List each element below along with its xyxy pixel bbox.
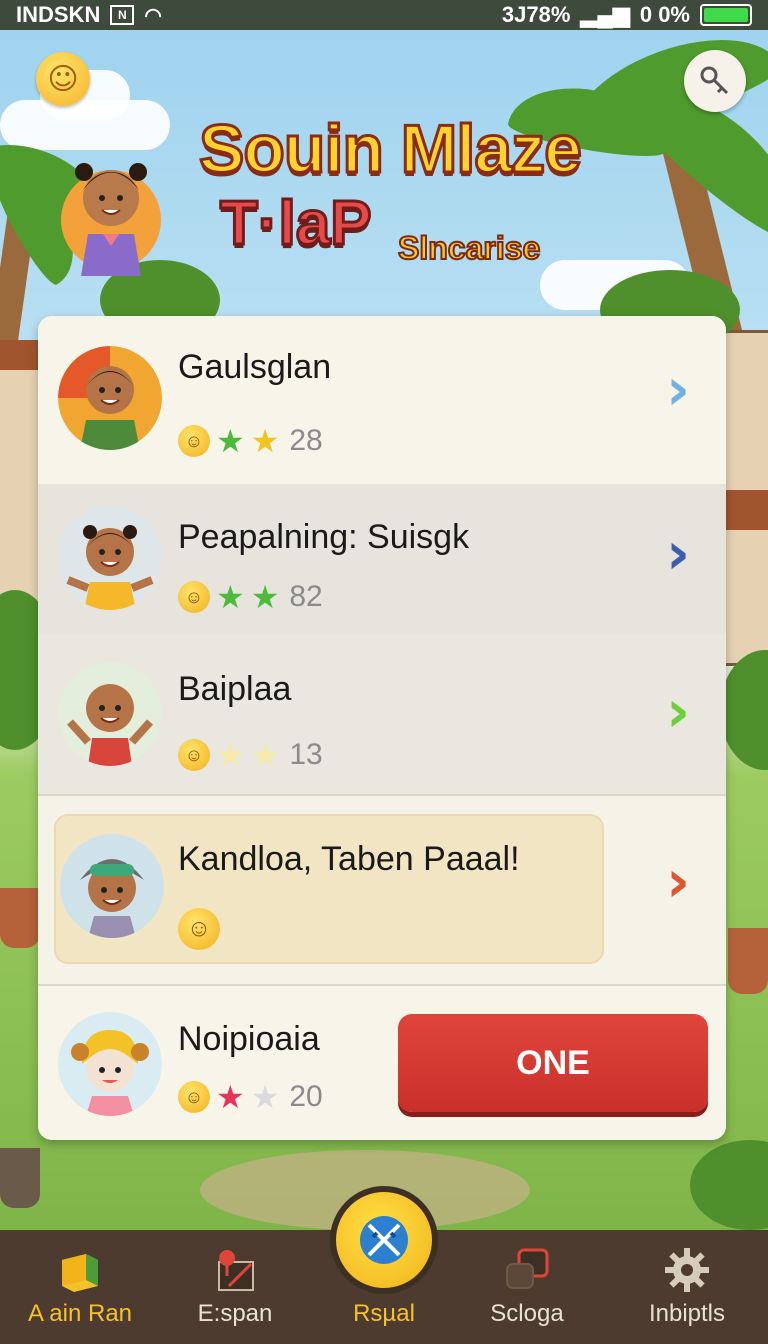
player-row-highlighted[interactable]: Kandloa, Taben Paaal! ☺ › (38, 794, 726, 984)
star-icon: ★ (216, 737, 245, 773)
player-stats: ☺ ★ ★ 13 (178, 738, 323, 772)
nav-label: A ain Ran (27, 1300, 133, 1327)
chevron-right-icon[interactable]: › (666, 852, 690, 910)
player-avatar (60, 834, 164, 938)
smiley-emoji-icon: ☺ (36, 52, 90, 106)
status-bar: INDSKN N ◠ 3J78% ▂▄▆ 0 0% (0, 0, 768, 30)
player-stats: ☺ ★ ★ 20 (178, 1080, 323, 1114)
chevron-right-icon[interactable]: › (666, 524, 690, 582)
signal-icon: ▂▄▆ (580, 2, 630, 27)
smiley-icon: ☺ (178, 739, 210, 771)
game-logo: Souin Mlaze T·laP Slncarise (170, 110, 610, 280)
logo-title-line2: T·laP (219, 188, 374, 260)
player-row[interactable]: Baiplaa ☺ ★ ★ 13 › (38, 634, 726, 794)
smiley-icon: ☺ (178, 908, 220, 950)
player-name: Peapalning: Suisgk (178, 518, 470, 556)
player-stats: ☺ (178, 908, 220, 950)
player-stats: ☺ ★ ★ 28 (178, 424, 323, 458)
cube-icon (62, 1254, 98, 1292)
player-name: Baiplaa (178, 670, 292, 708)
battery-percent: 0 0% (639, 2, 690, 27)
player-avatar (58, 506, 162, 610)
key-button[interactable] (684, 50, 746, 112)
star-icon: ★ (216, 423, 245, 459)
wifi-icon: ◠ (144, 4, 162, 27)
player-stats: ☺ ★ ★ 82 (178, 580, 323, 614)
chat-icon (506, 1248, 549, 1289)
star-icon: ★ (250, 579, 280, 615)
player-name: Kandloa, Taben Paaal! (178, 840, 520, 878)
star-icon: ★ (216, 579, 245, 615)
gear-icon (665, 1248, 709, 1292)
logo-subtitle: Slncarise (397, 229, 541, 267)
nav-item-main[interactable]: A ain Ran (5, 1230, 155, 1344)
notification-icon: N (110, 5, 135, 25)
player-score: 82 (289, 580, 323, 613)
player-row[interactable]: Gaulsglan ☺ ★ ★ 28 › (38, 316, 726, 484)
battery-icon (700, 4, 752, 26)
smiley-icon: ☺ (178, 425, 210, 457)
chevron-right-icon[interactable]: › (666, 360, 690, 418)
player-list-card: Gaulsglan ☺ ★ ★ 28 › Peapalning: Suisgk … (38, 316, 726, 1140)
key-icon (700, 66, 729, 95)
carrier-label: INDSKN (16, 2, 101, 27)
swords-icon (360, 1216, 408, 1264)
smiley-icon: ☺ (178, 1081, 210, 1113)
nav-item-settings[interactable]: Inbiptls (612, 1230, 762, 1344)
nav-label: Scloga (490, 1300, 564, 1327)
map-pin-icon (218, 1250, 254, 1291)
logo-title-line1: Souin Mlaze (198, 110, 584, 189)
chevron-right-icon[interactable]: › (666, 682, 690, 740)
star-icon: ★ (216, 1079, 245, 1115)
player-avatar (58, 1012, 162, 1116)
star-icon: ★ (250, 737, 280, 773)
player-avatar (58, 662, 162, 766)
player-score: 13 (289, 738, 323, 771)
smiley-icon: ☺ (178, 581, 210, 613)
player-name: Noipioaia (178, 1020, 320, 1058)
nav-item-scloga[interactable]: Scloga (452, 1230, 602, 1344)
nav-label: Inbiptls (648, 1300, 726, 1327)
nav-label: E:span (197, 1300, 273, 1327)
star-icon: ★ (250, 1079, 280, 1115)
nav-label: Rsµal (353, 1300, 415, 1327)
player-score: 20 (289, 1080, 323, 1113)
battle-button[interactable] (330, 1186, 438, 1294)
player-score: 28 (289, 424, 323, 457)
player-row[interactable]: Noipioaia ☺ ★ ★ 20 ONE (38, 984, 726, 1140)
nav-item-espan[interactable]: E:span (160, 1230, 310, 1344)
player-name: Gaulsglan (178, 348, 332, 386)
character-girl-icon (61, 163, 161, 276)
player-row[interactable]: Peapalning: Suisgk ☺ ★ ★ 82 › (38, 484, 726, 634)
status-text: 3J78% (501, 2, 571, 27)
player-avatar (58, 346, 162, 450)
one-button[interactable]: ONE (398, 1014, 708, 1112)
star-icon: ★ (250, 423, 280, 459)
